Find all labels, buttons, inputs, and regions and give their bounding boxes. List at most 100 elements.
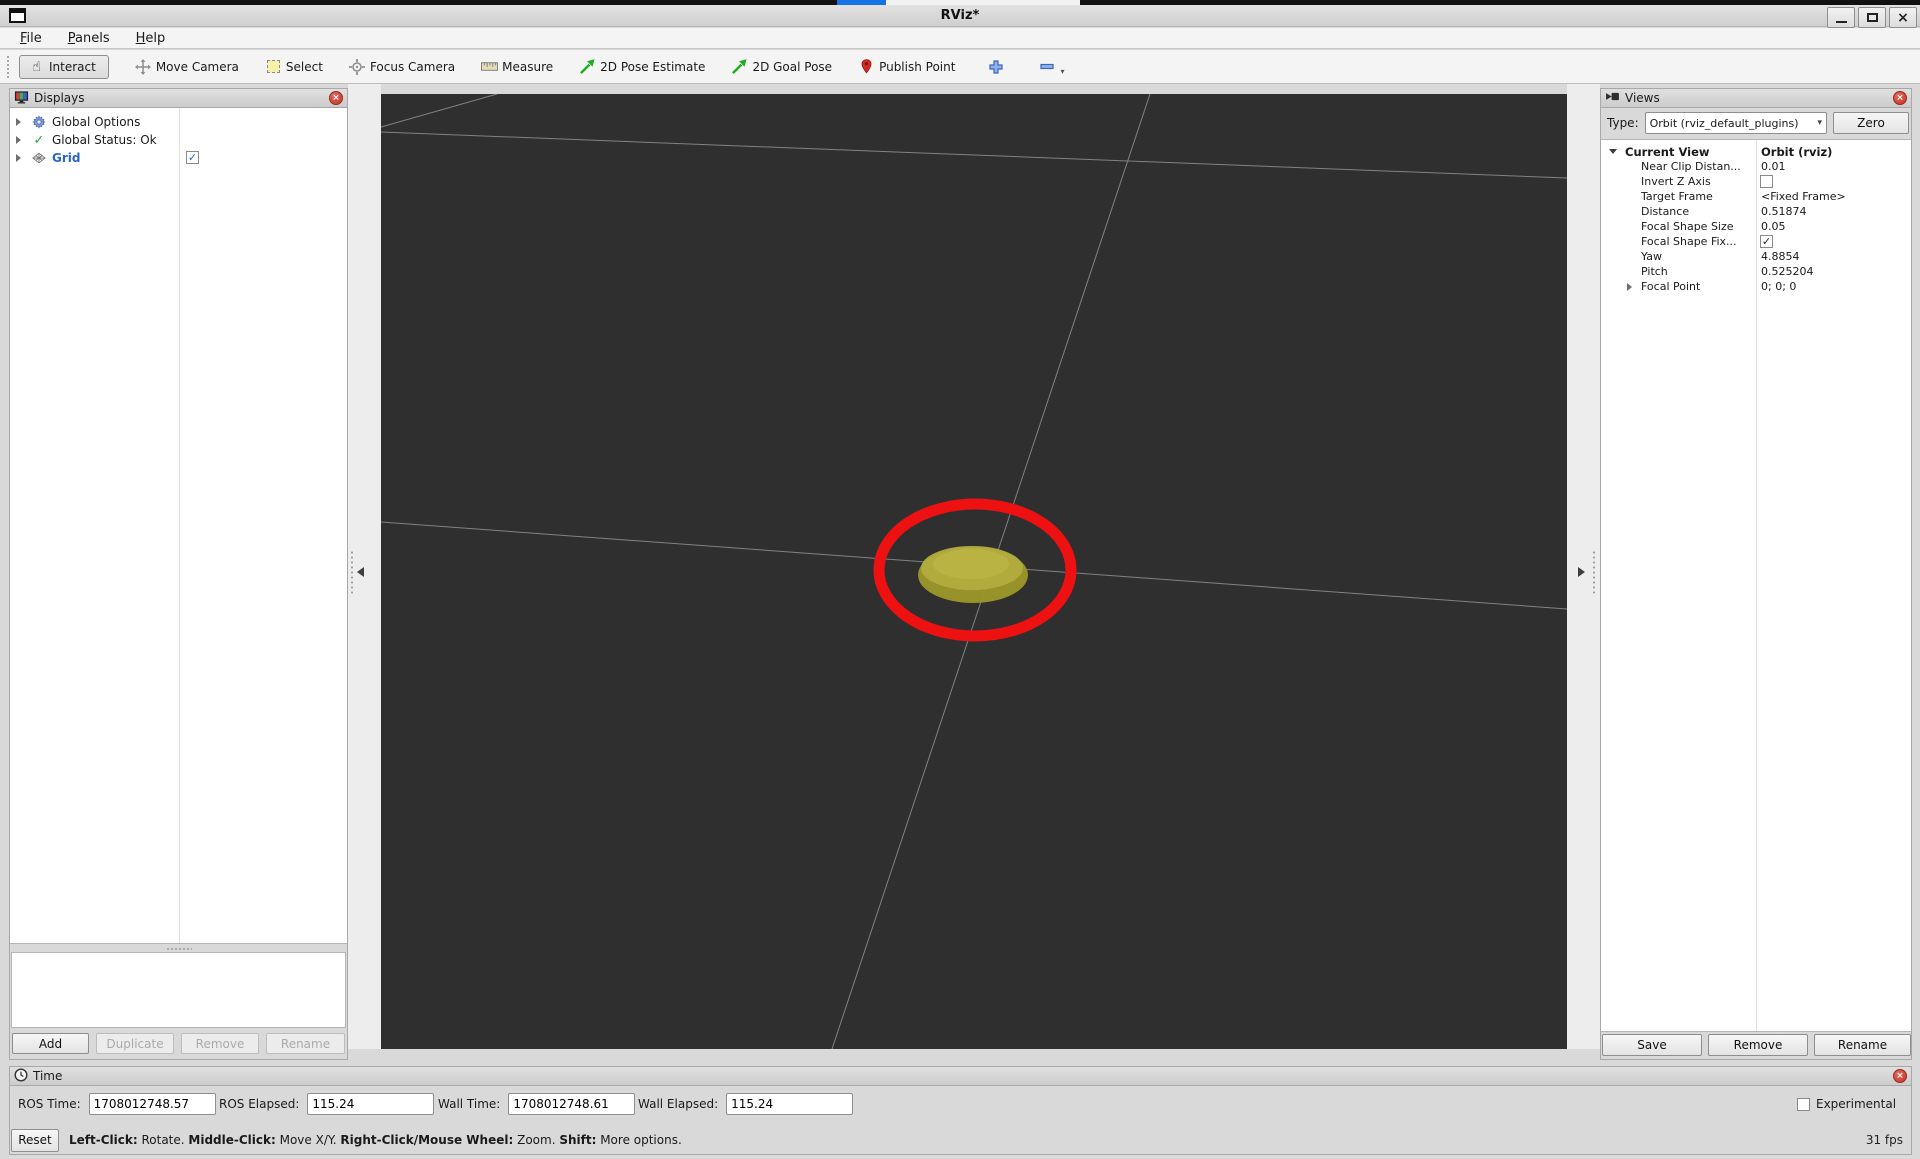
experimental-label: Experimental: [1816, 1097, 1896, 1111]
view-type-dropdown[interactable]: Orbit (rviz_default_plugins) ▾: [1645, 112, 1827, 134]
tool-publish-point[interactable]: Publish Point: [858, 59, 955, 74]
close-icon: ×: [1897, 11, 1909, 25]
property-row-pitch[interactable]: Pitch 0.525204: [1601, 264, 1911, 279]
tree-row-global-options[interactable]: Global Options: [10, 113, 140, 131]
tool-select[interactable]: Select: [265, 60, 323, 74]
gear-icon: [30, 115, 48, 129]
expand-icon[interactable]: [16, 154, 26, 162]
remove-display-button[interactable]: Remove: [181, 1033, 259, 1054]
remove-tool-button[interactable]: ▾: [1038, 63, 1055, 70]
tree-row-global-status[interactable]: ✓ Global Status: Ok: [10, 131, 157, 149]
grid-enabled-checkbox[interactable]: ✓: [186, 151, 199, 164]
property-row-invert-z[interactable]: Invert Z Axis ✓: [1601, 174, 1911, 189]
minimize-button[interactable]: [1827, 7, 1855, 28]
property-value[interactable]: 4.8854: [1761, 250, 1800, 263]
property-row-current-view[interactable]: Current View Orbit (rviz): [1601, 144, 1911, 159]
wall-elapsed-input[interactable]: [726, 1093, 853, 1115]
property-row-focal-point[interactable]: Focal Point 0; 0; 0: [1601, 279, 1911, 294]
focus-crosshair-icon: [349, 59, 366, 75]
remove-view-button[interactable]: Remove: [1708, 1034, 1808, 1056]
property-value[interactable]: 0.51874: [1761, 205, 1807, 218]
property-row-near-clip[interactable]: Near Clip Distan... 0.01: [1601, 159, 1911, 174]
expand-icon[interactable]: [1627, 283, 1632, 291]
property-label: Near Clip Distan...: [1641, 160, 1741, 173]
property-row-yaw[interactable]: Yaw 4.8854: [1601, 249, 1911, 264]
property-label: Pitch: [1641, 265, 1668, 278]
tool-measure[interactable]: Measure: [481, 60, 553, 74]
fps-counter: 31 fps: [1866, 1133, 1903, 1147]
focal-shape-fixed-checkbox[interactable]: ✓: [1760, 235, 1773, 248]
property-value[interactable]: <Fixed Frame>: [1761, 190, 1846, 203]
menu-help-label: elp: [145, 31, 165, 46]
rename-display-button[interactable]: Rename: [266, 1033, 345, 1054]
rename-view-button[interactable]: Rename: [1814, 1034, 1911, 1056]
tree-row-label: Grid: [52, 151, 80, 165]
tool-move-camera[interactable]: Move Camera: [135, 59, 239, 75]
property-value[interactable]: 0.01: [1761, 160, 1786, 173]
expand-icon[interactable]: [16, 118, 26, 126]
property-label: Target Frame: [1641, 190, 1713, 203]
property-row-distance[interactable]: Distance 0.51874: [1601, 204, 1911, 219]
views-close-icon[interactable]: ×: [1893, 91, 1907, 105]
wall-time-field: Wall Time:: [438, 1093, 635, 1115]
wall-time-input[interactable]: [508, 1093, 635, 1115]
property-value[interactable]: 0.05: [1761, 220, 1786, 233]
close-button[interactable]: ×: [1889, 7, 1917, 28]
tool-2d-pose-estimate[interactable]: 2D Pose Estimate: [579, 58, 705, 75]
expand-icon[interactable]: [16, 136, 26, 144]
property-value[interactable]: 0.525204: [1761, 265, 1814, 278]
ros-time-input[interactable]: [89, 1093, 216, 1115]
plus-icon: [987, 60, 1004, 74]
displays-close-icon[interactable]: ×: [329, 91, 343, 105]
ros-time-label: ROS Time:: [18, 1097, 81, 1111]
time-panel-header[interactable]: Time ×: [10, 1067, 1911, 1086]
displays-panel-header[interactable]: Displays ×: [10, 89, 347, 108]
property-row-focal-shape-size[interactable]: Focal Shape Size 0.05: [1601, 219, 1911, 234]
property-value: Orbit (rviz): [1761, 145, 1832, 159]
toolbar-drag-handle[interactable]: [6, 55, 11, 79]
maximize-button[interactable]: [1858, 7, 1886, 28]
property-row-target-frame[interactable]: Target Frame <Fixed Frame>: [1601, 189, 1911, 204]
tree-row-label: Global Options: [52, 115, 140, 129]
menu-file-label: ile: [27, 31, 42, 46]
left-splitter-handle[interactable]: [350, 550, 354, 594]
interact-hand-icon: ☝: [28, 60, 45, 74]
help-segment: Move X/Y.: [276, 1133, 341, 1147]
menu-panels[interactable]: Panels: [65, 30, 113, 47]
help-segment: Shift:: [559, 1133, 596, 1147]
ros-elapsed-input[interactable]: [307, 1093, 434, 1115]
zero-button[interactable]: Zero: [1833, 112, 1909, 134]
right-splitter-handle[interactable]: [1592, 550, 1596, 594]
tool-interact-label: Interact: [49, 60, 96, 74]
collapse-right-panel-icon[interactable]: [1578, 567, 1585, 577]
property-value[interactable]: 0; 0; 0: [1761, 280, 1796, 293]
menu-file[interactable]: File: [17, 30, 45, 47]
move-camera-arrows-icon: [135, 59, 152, 75]
collapse-icon[interactable]: [1609, 149, 1617, 154]
add-display-button[interactable]: Add: [12, 1033, 89, 1054]
status-ok-check-icon: ✓: [30, 133, 48, 148]
ros-elapsed-field: ROS Elapsed:: [219, 1093, 434, 1115]
chevron-down-icon: ▾: [1817, 118, 1822, 128]
menu-help[interactable]: Help: [133, 30, 169, 47]
views-panel-header[interactable]: Views ×: [1601, 89, 1911, 108]
duplicate-display-button[interactable]: Duplicate: [96, 1033, 174, 1054]
save-view-button[interactable]: Save: [1602, 1034, 1702, 1056]
reset-button[interactable]: Reset: [11, 1129, 59, 1152]
3d-viewport[interactable]: [381, 94, 1567, 1049]
type-label: Type:: [1607, 116, 1639, 130]
time-panel: Time × ROS Time: ROS Elapsed: Wall Time:…: [9, 1066, 1912, 1155]
experimental-checkbox[interactable]: ✓: [1797, 1098, 1810, 1111]
property-row-focal-shape-fixed[interactable]: Focal Shape Fix... ✓: [1601, 234, 1911, 249]
add-tool-button[interactable]: [987, 60, 1004, 74]
tool-interact[interactable]: ☝ Interact: [19, 55, 109, 79]
tree-row-grid[interactable]: Grid ✓: [10, 149, 80, 167]
tool-2d-goal-pose[interactable]: 2D Goal Pose: [731, 58, 832, 75]
collapse-left-panel-icon[interactable]: [357, 567, 364, 577]
tool-focus-camera[interactable]: Focus Camera: [349, 59, 455, 75]
tool-publish-point-label: Publish Point: [879, 60, 955, 74]
time-close-icon[interactable]: ×: [1893, 1069, 1907, 1083]
3d-viewport-canvas[interactable]: [381, 94, 1567, 1049]
invert-z-checkbox[interactable]: ✓: [1760, 175, 1773, 188]
displays-tree: Global Options ✓ Global Status: Ok Grid …: [10, 108, 347, 944]
